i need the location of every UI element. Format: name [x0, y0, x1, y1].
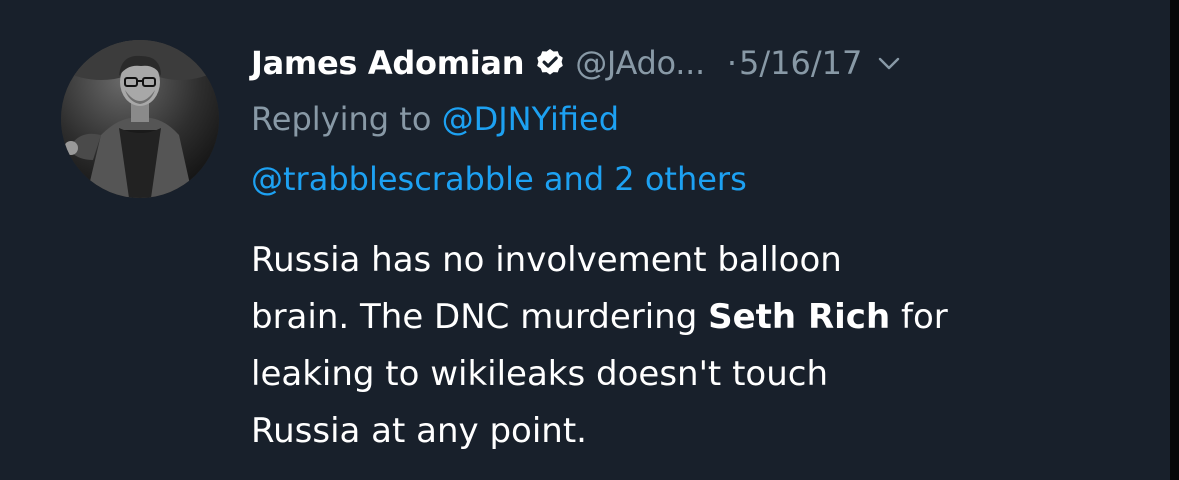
tweet-date[interactable]: 5/16/17	[739, 44, 862, 82]
reply-others-link[interactable]: and 2 others	[534, 160, 747, 198]
author-name[interactable]: James Adomian	[251, 44, 524, 82]
tweet-header: James Adomian @JAdo... · 5/16/17	[251, 38, 902, 88]
tweet-body-text: brain. The DNC murdering	[251, 297, 709, 337]
avatar-image	[61, 40, 219, 198]
chevron-down-icon[interactable]	[876, 50, 902, 76]
tweet-body-bold-text: Seth Rich	[708, 297, 891, 337]
tweet-body-line: leaking to wikileaks doesn't touch	[251, 354, 828, 394]
reply-mention-link[interactable]: @DJNYified	[442, 100, 619, 138]
avatar[interactable]	[61, 40, 219, 198]
author-handle[interactable]: @JAdo...	[575, 44, 705, 82]
tweet-body-text: for	[890, 297, 948, 337]
tweet-card: James Adomian @JAdo... · 5/16/17 Replyin…	[0, 0, 1170, 480]
separator-dot: ·	[726, 44, 738, 82]
screen-edge	[1170, 0, 1179, 480]
tweet-body-line: Russia at any point.	[251, 411, 587, 451]
tweet-body: Russia has no involvement balloon brain.…	[251, 232, 1161, 460]
tweet-body-line: brain. The DNC murdering Seth Rich for	[251, 289, 1161, 346]
replying-to: Replying to @DJNYified	[251, 100, 619, 138]
replying-to-label: Replying to	[251, 100, 442, 138]
tweet-body-line: Russia has no involvement balloon	[251, 240, 842, 280]
reply-mention-link[interactable]: @trabblescrabble	[251, 160, 534, 198]
verified-badge-icon	[534, 47, 566, 79]
replying-to-others: @trabblescrabble and 2 others	[251, 160, 747, 198]
